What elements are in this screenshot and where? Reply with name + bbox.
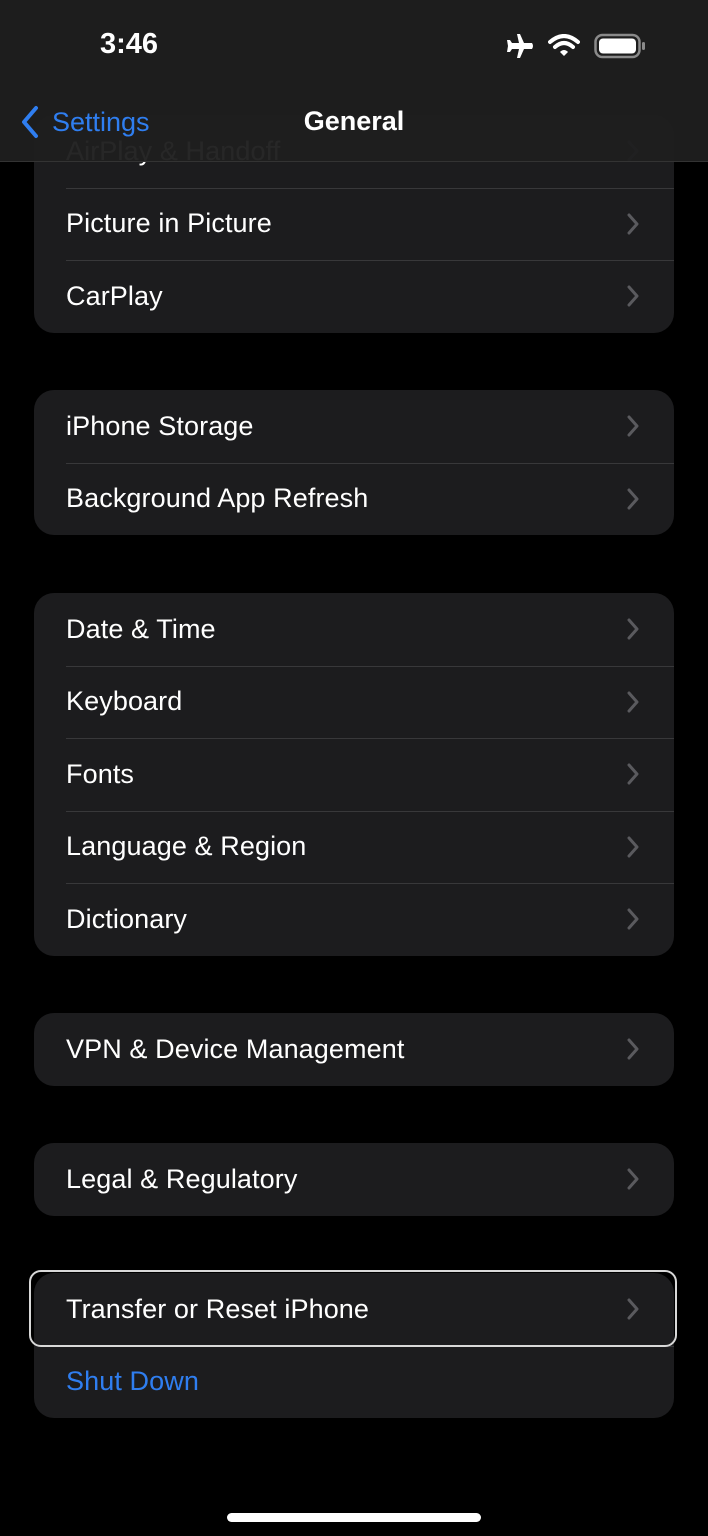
row-background-app-refresh[interactable]: Background App Refresh xyxy=(34,462,674,536)
row-carplay[interactable]: CarPlay xyxy=(34,260,674,333)
row-fonts[interactable]: Fonts xyxy=(34,738,674,811)
row-iphone-storage[interactable]: iPhone Storage xyxy=(34,390,674,463)
shut-down-button[interactable]: Shut Down xyxy=(34,1345,674,1419)
shut-down-label: Shut Down xyxy=(66,1366,199,1397)
row-label: Background App Refresh xyxy=(66,483,369,514)
row-keyboard[interactable]: Keyboard xyxy=(34,665,674,739)
row-label: iPhone Storage xyxy=(66,410,254,441)
chevron-right-icon xyxy=(627,908,639,930)
chevron-right-icon xyxy=(627,836,639,858)
row-dictionary[interactable]: Dictionary xyxy=(34,883,674,956)
settings-list[interactable]: AirPlay & Handoff Picture in Picture Car… xyxy=(0,0,708,1536)
group-locale: Date & Time Keyboard Fonts Language & Re… xyxy=(34,593,674,956)
row-vpn-device-management[interactable]: VPN & Device Management xyxy=(34,1013,674,1086)
chevron-right-icon xyxy=(627,1298,639,1320)
chevron-right-icon xyxy=(627,763,639,785)
row-label: Date & Time xyxy=(66,613,216,644)
chevron-right-icon xyxy=(627,488,639,510)
chevron-right-icon xyxy=(627,1168,639,1190)
group-legal: Legal & Regulatory xyxy=(34,1143,674,1216)
status-time: 3:46 xyxy=(100,28,159,60)
row-label: Legal & Regulatory xyxy=(66,1163,298,1194)
status-icons xyxy=(504,33,646,59)
chevron-right-icon xyxy=(627,691,639,713)
row-language-region[interactable]: Language & Region xyxy=(34,810,674,884)
chevron-right-icon xyxy=(627,285,639,307)
group-reset: Transfer or Reset iPhone Shut Down xyxy=(34,1273,674,1418)
row-label: Keyboard xyxy=(66,686,183,717)
group-storage: iPhone Storage Background App Refresh xyxy=(34,390,674,535)
group-vpn: VPN & Device Management xyxy=(34,1013,674,1086)
row-label: Picture in Picture xyxy=(66,208,272,239)
chevron-right-icon xyxy=(627,618,639,640)
row-label: Dictionary xyxy=(66,903,188,934)
chevron-right-icon xyxy=(627,1038,639,1060)
row-transfer-reset-iphone[interactable]: Transfer or Reset iPhone xyxy=(34,1273,674,1346)
row-label: Fonts xyxy=(66,758,135,789)
row-date-time[interactable]: Date & Time xyxy=(34,593,674,666)
navigation-bar: 3:46 Settings General xyxy=(0,0,708,162)
home-indicator[interactable] xyxy=(227,1513,481,1522)
row-label: Transfer or Reset iPhone xyxy=(66,1293,370,1324)
row-picture-in-picture[interactable]: Picture in Picture xyxy=(34,187,674,261)
page-title: General xyxy=(303,106,405,136)
chevron-right-icon xyxy=(627,213,639,235)
row-legal-regulatory[interactable]: Legal & Regulatory xyxy=(34,1143,674,1216)
wifi-icon xyxy=(548,34,580,56)
chevron-right-icon xyxy=(627,415,639,437)
row-label: VPN & Device Management xyxy=(66,1033,405,1064)
row-label: CarPlay xyxy=(66,280,163,311)
airplane-icon xyxy=(507,34,533,58)
row-label: Language & Region xyxy=(66,831,307,862)
battery-icon xyxy=(594,33,645,59)
